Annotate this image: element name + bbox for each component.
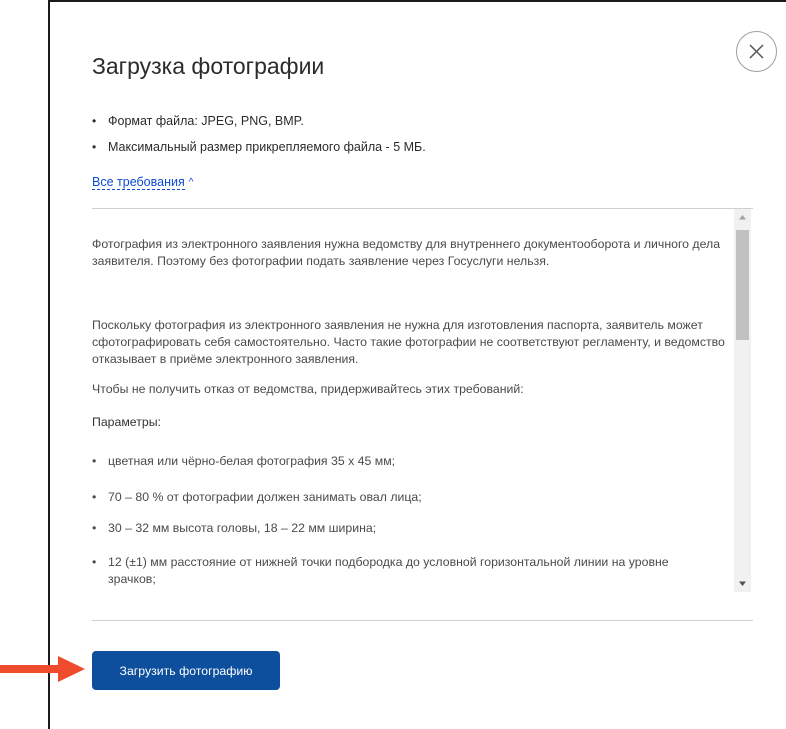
list-item: Максимальный размер прикрепляемого файла… [92,139,426,165]
params-heading: Параметры: [92,415,161,429]
details-paragraph: Чтобы не получить отказ от ведомства, пр… [92,382,524,396]
scroll-down-button[interactable] [734,575,751,592]
list-item: 12 (±1) мм расстояние от нижней точки по… [92,554,712,588]
all-requirements-label: Все требования [92,175,185,190]
all-requirements-toggle[interactable]: Все требования ^ [92,175,194,190]
vertical-scrollbar[interactable] [734,209,751,592]
list-item: 70 – 80 % от фотографии должен занимать … [92,489,712,506]
list-item: 30 – 32 мм высота головы, 18 – 22 мм шир… [92,520,712,537]
triangle-up-icon [739,215,746,220]
requirements-details-scroll-area[interactable]: Фотография из электронного заявления нуж… [92,209,753,592]
list-item: цветная или чёрно-белая фотография 35 х … [92,453,712,470]
close-button[interactable] [736,31,777,72]
divider-bottom [92,620,753,621]
upload-photo-button[interactable]: Загрузить фотографию [92,651,280,690]
scrollbar-thumb[interactable] [736,230,749,340]
list-item: Формат файла: JPEG, PNG, BMP. [92,113,426,139]
dialog-title: Загрузка фотографии [92,53,325,79]
requirements-summary-list: Формат файла: JPEG, PNG, BMP. Максимальн… [92,113,426,165]
details-paragraph: Поскольку фотография из электронного зая… [92,318,725,366]
triangle-down-icon [739,581,746,586]
details-paragraph: Фотография из электронного заявления нуж… [92,237,721,268]
close-icon [749,44,764,59]
red-arrow-pointer-icon [0,656,85,682]
scroll-up-button[interactable] [734,209,751,226]
chevron-up-icon: ^ [188,177,194,188]
